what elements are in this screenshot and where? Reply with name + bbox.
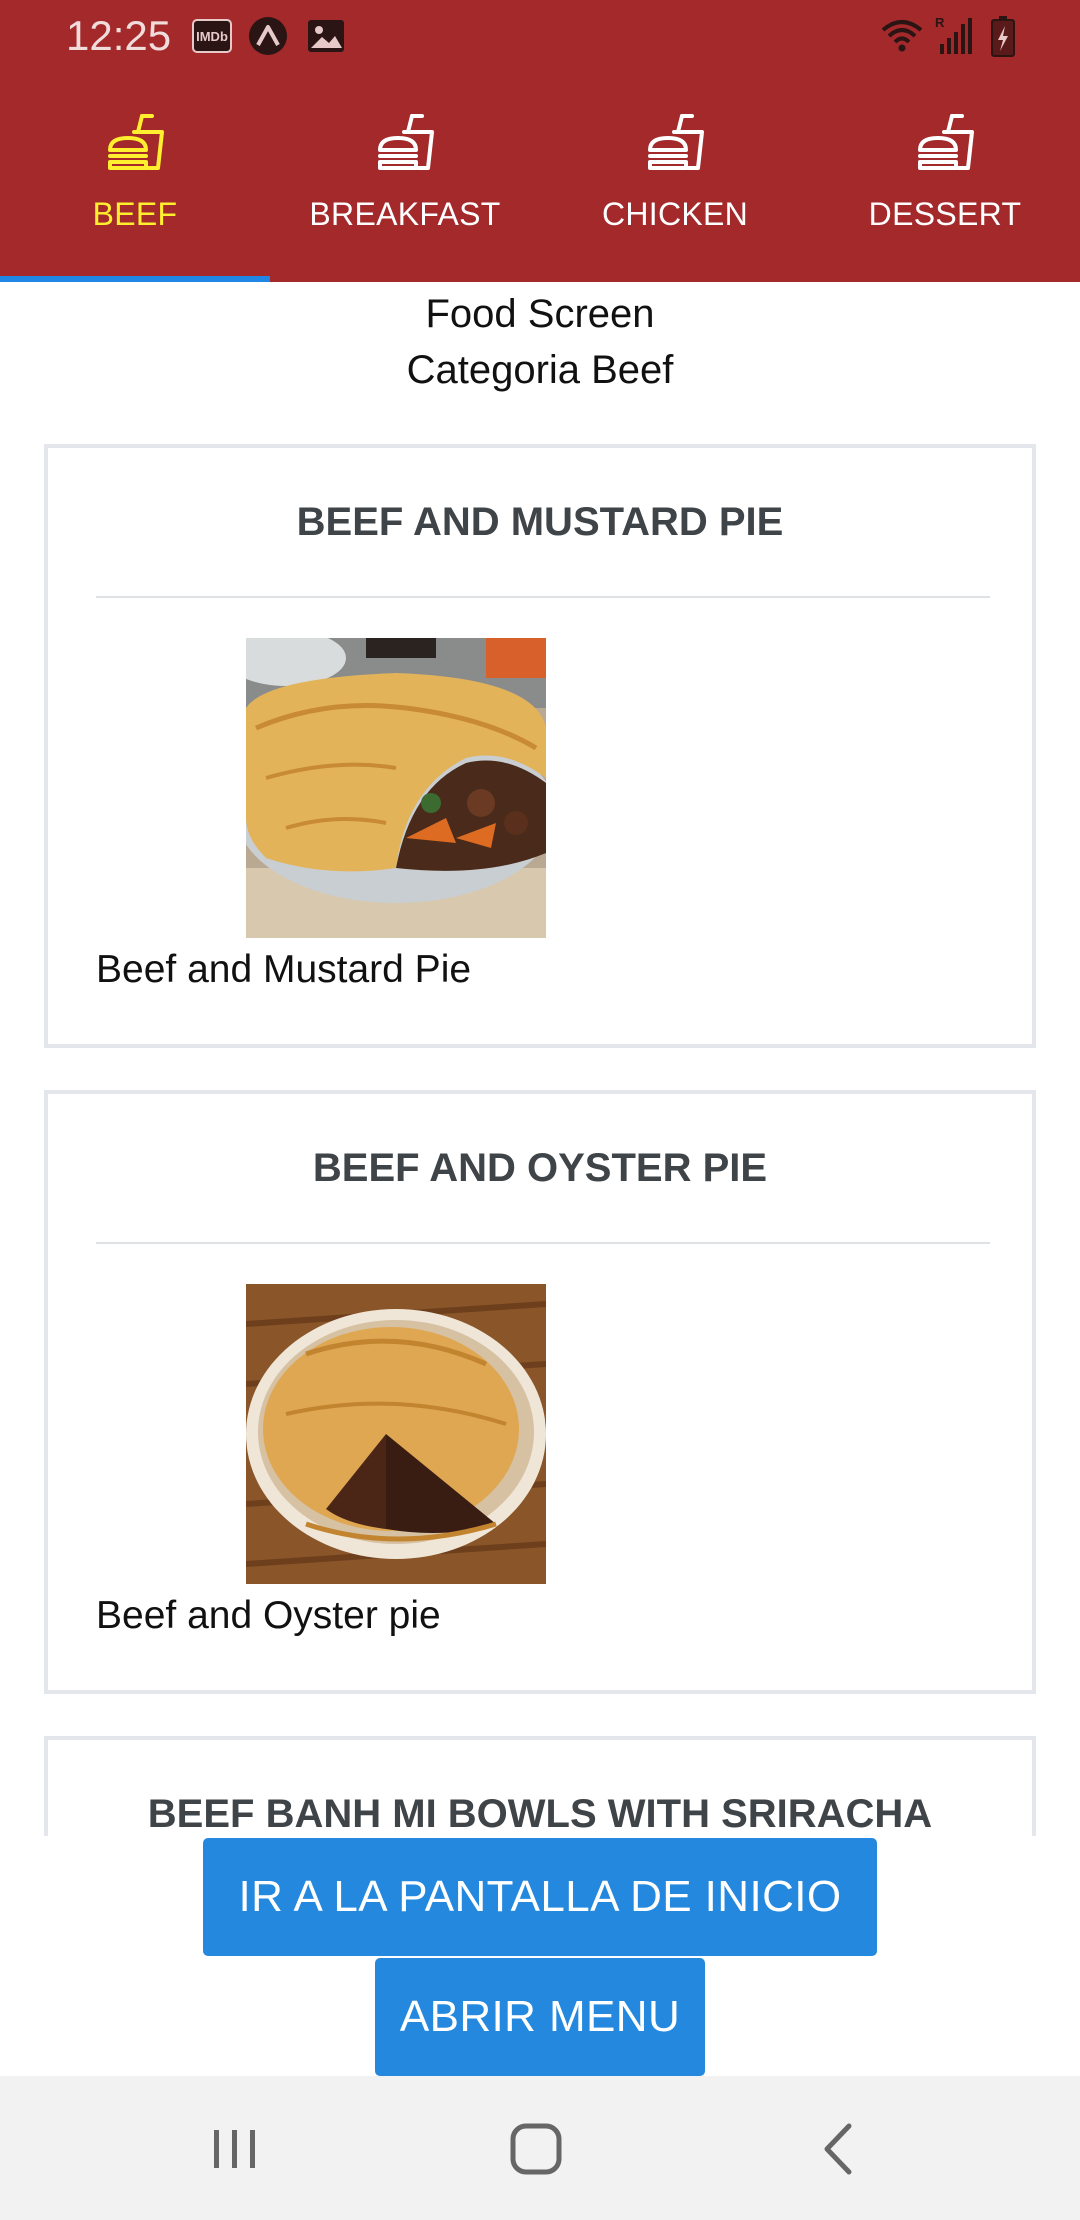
meal-card[interactable]: BEEF AND OYSTER PIE Beef and Oyster pie bbox=[44, 1090, 1036, 1694]
meal-card[interactable]: BEEF BANH MI BOWLS WITH SRIRACHA bbox=[44, 1736, 1036, 1836]
screen-title: Food Screen bbox=[425, 292, 655, 336]
svg-text:IMDb: IMDb bbox=[196, 29, 228, 44]
tab-chicken[interactable]: CHICKEN bbox=[540, 76, 810, 282]
go-home-button[interactable]: IR A LA PANTALLA DE INICIO bbox=[203, 1838, 877, 1956]
status-time: 12:25 bbox=[66, 12, 172, 59]
category-subtitle: Categoria Beef bbox=[406, 348, 674, 392]
meal-name: Beef and Oyster pie bbox=[96, 1594, 441, 1637]
food-list[interactable]: Food Screen Categoria Beef BEEF AND MUST… bbox=[0, 282, 1080, 1836]
fastfood-icon bbox=[108, 114, 164, 170]
system-nav-bar bbox=[0, 2076, 1080, 2220]
home-icon[interactable] bbox=[501, 2114, 571, 2184]
status-bar: 12:25 IMDb R bbox=[0, 0, 1080, 76]
fastfood-icon bbox=[378, 114, 434, 170]
meal-card-title: BEEF AND OYSTER PIE bbox=[312, 1146, 768, 1190]
tab-label: DESSERT bbox=[868, 196, 1022, 232]
svg-text:R: R bbox=[935, 15, 945, 30]
meal-card[interactable]: BEEF AND MUSTARD PIE Beef and Mustard Pi… bbox=[44, 444, 1036, 1048]
tab-beef[interactable]: BEEF bbox=[0, 76, 270, 282]
fastfood-icon bbox=[918, 114, 974, 170]
open-menu-button[interactable]: ABRIR MENU bbox=[375, 1958, 705, 2076]
meal-card-title: BEEF BANH MI BOWLS WITH SRIRACHA bbox=[147, 1792, 933, 1836]
category-tab-bar: BEEF BREAKFAST CHICKEN DESSERT bbox=[0, 76, 1080, 282]
gallery-icon bbox=[308, 20, 344, 52]
expo-icon bbox=[249, 17, 287, 55]
tab-breakfast[interactable]: BREAKFAST bbox=[270, 76, 540, 282]
tab-label: CHICKEN bbox=[601, 196, 749, 232]
signal-roaming-icon: R bbox=[935, 15, 972, 54]
back-icon[interactable] bbox=[805, 2114, 875, 2184]
card-divider bbox=[96, 596, 990, 598]
meal-name: Beef and Mustard Pie bbox=[96, 948, 472, 991]
tab-dessert[interactable]: DESSERT bbox=[810, 76, 1080, 282]
meal-image bbox=[246, 638, 546, 938]
fastfood-icon bbox=[648, 114, 704, 170]
card-divider bbox=[96, 1242, 990, 1244]
battery-charging-icon bbox=[991, 16, 1015, 57]
wifi-icon bbox=[881, 20, 923, 52]
tab-label: BEEF bbox=[92, 196, 178, 232]
recents-icon[interactable] bbox=[200, 2114, 270, 2184]
imdb-icon: IMDb bbox=[192, 19, 232, 53]
tab-label: BREAKFAST bbox=[309, 196, 501, 232]
meal-card-title: BEEF AND MUSTARD PIE bbox=[296, 500, 784, 544]
meal-image bbox=[246, 1284, 546, 1584]
